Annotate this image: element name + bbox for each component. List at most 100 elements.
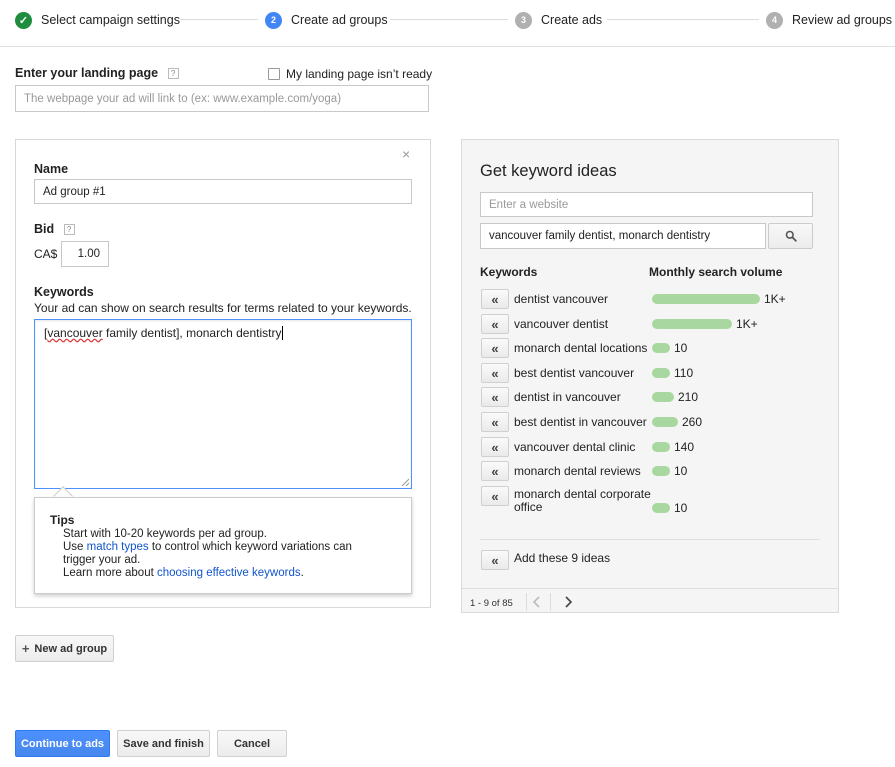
step-create-ad-groups[interactable]: 2 Create ad groups (265, 10, 388, 30)
keyword-search-value: vancouver family dentist, monarch dentis… (489, 230, 711, 242)
new-ad-group-button[interactable]: + New ad group (15, 635, 114, 662)
column-header-keywords: Keywords (480, 265, 538, 279)
add-keyword-button[interactable]: « (481, 338, 509, 358)
save-and-finish-button[interactable]: Save and finish (117, 730, 210, 757)
search-volume-value: 140 (674, 440, 695, 454)
step-connector (607, 19, 759, 20)
step-number-badge: 4 (766, 11, 783, 29)
search-volume-value: 1K+ (764, 292, 786, 306)
landing-not-ready-option[interactable]: My landing page isn’t ready (268, 67, 432, 81)
search-volume-bar (652, 442, 670, 452)
keyword-idea-text: dentist vancouver (514, 292, 609, 306)
bid-input[interactable]: 1.00 (61, 241, 109, 267)
chevron-left-icon[interactable] (532, 596, 542, 608)
bid-label: Bid ? (34, 222, 75, 236)
divider (550, 593, 551, 611)
add-keyword-button[interactable]: « (481, 412, 509, 432)
keyword-idea-text: monarch dental corporate office (514, 487, 651, 514)
search-volume-value: 260 (682, 415, 703, 429)
chevron-right-icon[interactable] (563, 596, 573, 608)
landing-not-ready-checkbox[interactable] (268, 68, 280, 80)
step-create-ads[interactable]: 3 Create ads (515, 10, 602, 30)
add-all-ideas-button[interactable]: « (481, 550, 509, 570)
keyword-idea-text: monarch dental reviews (514, 464, 641, 478)
search-volume-value: 10 (674, 464, 688, 478)
landing-not-ready-label: My landing page isn’t ready (286, 67, 433, 81)
tips-line: Start with 10-20 keywords per ad group. (63, 528, 267, 540)
step-number-badge: 2 (265, 11, 282, 29)
search-volume-bar (652, 343, 670, 353)
add-keyword-button[interactable]: « (481, 461, 509, 481)
search-volume-bar (652, 466, 670, 476)
step-label: Create ads (541, 13, 603, 27)
help-icon[interactable]: ? (63, 224, 75, 236)
bid-value: 1.00 (77, 248, 100, 260)
keyword-idea-text: dentist in vancouver (514, 390, 621, 404)
add-keyword-button[interactable]: « (481, 289, 509, 309)
search-button[interactable] (768, 223, 813, 249)
add-keyword-button[interactable]: « (481, 486, 509, 506)
tips-text: Use (63, 541, 87, 553)
bid-label-text: Bid (34, 222, 55, 236)
tips-line: Use match types to control which keyword… (63, 541, 352, 554)
keyword-ideas-title: Get keyword ideas (480, 162, 617, 180)
add-keyword-button[interactable]: « (481, 314, 509, 334)
step-select-campaign-settings[interactable]: ✓ Select campaign settings (15, 10, 180, 30)
landing-page-input[interactable]: The webpage your ad will link to (ex: ww… (15, 85, 429, 112)
search-volume-value: 10 (674, 501, 688, 515)
search-volume-bar (652, 368, 670, 378)
progress-stepper: ✓ Select campaign settings 2 Create ad g… (0, 0, 895, 47)
landing-page-label-text: Enter your landing page (15, 66, 159, 80)
close-icon[interactable]: × (402, 146, 410, 162)
tips-line: Learn more about choosing effective keyw… (63, 567, 304, 580)
currency-label: CA$ (34, 247, 58, 261)
column-header-monthly-volume: Monthly search volume (649, 265, 783, 279)
landing-page-placeholder: The webpage your ad will link to (ex: ww… (24, 92, 342, 105)
add-all-ideas-label[interactable]: Add these 9 ideas (514, 552, 610, 565)
check-icon: ✓ (15, 11, 32, 29)
step-label: Create ad groups (291, 13, 388, 27)
step-review-ad-groups[interactable]: 4 Review ad groups (766, 10, 892, 30)
add-keyword-button[interactable]: « (481, 387, 509, 407)
step-label: Select campaign settings (41, 13, 180, 27)
website-input[interactable]: Enter a website (480, 192, 813, 217)
tips-box: Tips Start with 10-20 keywords per ad gr… (34, 497, 412, 594)
plus-icon: + (21, 641, 30, 656)
keyword-search-input[interactable]: vancouver family dentist, monarch dentis… (480, 223, 766, 249)
search-volume-bar (652, 417, 678, 427)
match-types-link[interactable]: match types (87, 541, 149, 553)
add-keyword-button[interactable]: « (481, 363, 509, 383)
keyword-idea-text: monarch dental locations (514, 341, 648, 355)
landing-page-label: Enter your landing page ? (15, 66, 179, 80)
tips-line: trigger your ad. (63, 554, 141, 566)
keyword-idea-text: best dentist in vancouver (514, 415, 647, 429)
tips-title: Tips (50, 513, 75, 527)
help-icon[interactable]: ? (167, 68, 179, 80)
divider (526, 593, 527, 611)
step-label: Review ad groups (792, 13, 893, 27)
keywords-textarea[interactable]: [vancouver family dentist], monarch dent… (34, 319, 412, 489)
keywords-label: Keywords (34, 285, 94, 299)
search-volume-bar (652, 319, 732, 329)
effective-keywords-link[interactable]: choosing effective keywords (157, 567, 301, 579)
keyword-idea-text: vancouver dental clinic (514, 440, 636, 454)
website-placeholder: Enter a website (489, 198, 569, 211)
search-volume-bar (652, 294, 760, 304)
pagination-label: 1 - 9 of 85 (470, 598, 513, 609)
keywords-rest: family dentist], monarch dentistry (102, 326, 282, 340)
search-volume-value: 1K+ (736, 317, 758, 331)
text-cursor (282, 326, 284, 340)
step-number-badge: 3 (515, 11, 532, 29)
misspelled-word: vancouver (47, 326, 103, 340)
cancel-button[interactable]: Cancel (217, 730, 287, 757)
ad-group-name-input[interactable]: Ad group #1 (34, 179, 412, 204)
resize-handle-icon[interactable] (401, 478, 409, 486)
step-connector (180, 19, 258, 20)
keywords-text: [vancouver family dentist], monarch dent… (44, 326, 284, 340)
add-keyword-button[interactable]: « (481, 437, 509, 457)
search-volume-value: 10 (674, 341, 688, 355)
step-connector (390, 19, 508, 20)
search-volume-value: 210 (678, 390, 699, 404)
ad-group-name-value: Ad group #1 (43, 185, 106, 198)
continue-to-ads-button[interactable]: Continue to ads (15, 730, 110, 757)
